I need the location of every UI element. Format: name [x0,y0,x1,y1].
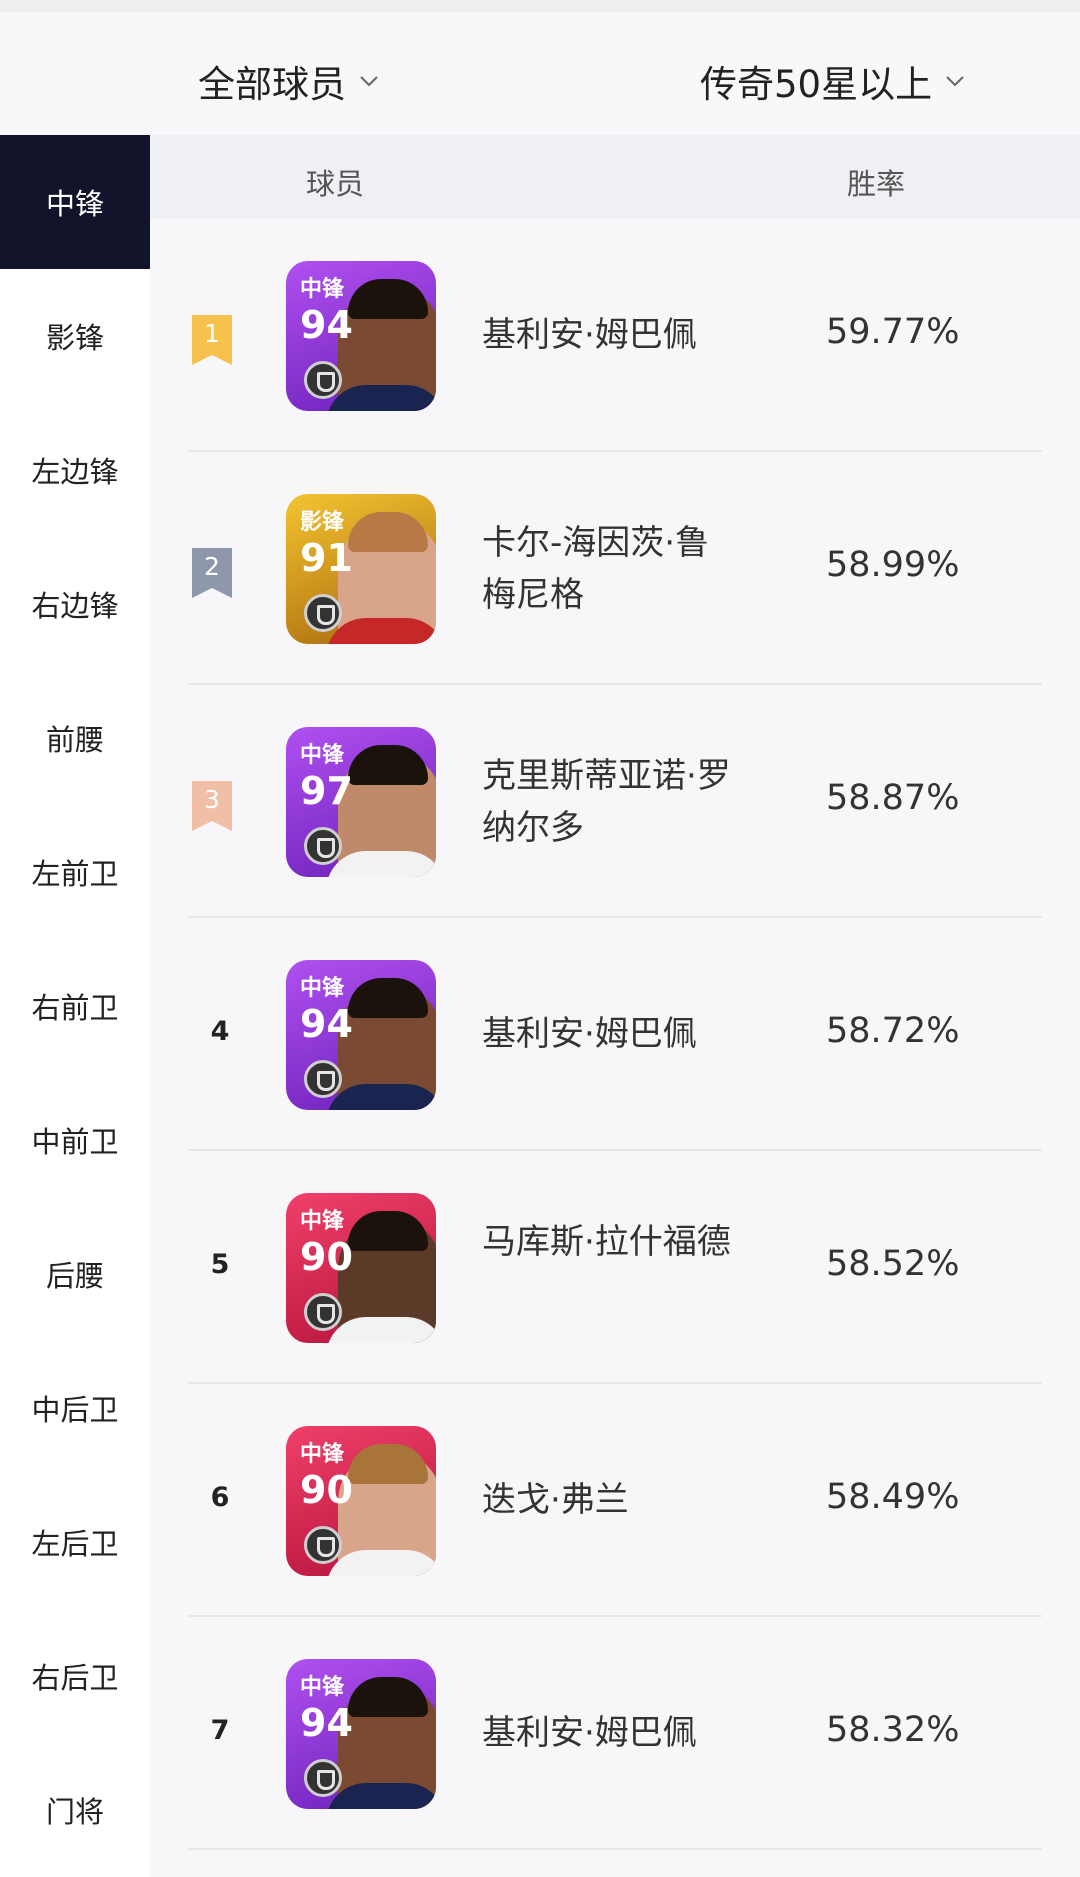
player-hair [348,512,428,552]
player-name: 迭戈·弗兰 [482,1480,629,1520]
player-card[interactable]: 中锋 90 [286,1426,436,1576]
player-card[interactable]: 中锋 94 [286,261,436,411]
sidebar-item-rb[interactable]: 右后卫 [0,1609,150,1743]
player-name: 马库斯·拉什福德 [482,1222,731,1262]
sidebar-item-dmf[interactable]: 后腰 [0,1207,150,1341]
rank-number: 1 [204,319,220,348]
win-rate: 58.49% [826,1477,960,1517]
card-badge-icon [304,1526,342,1564]
column-header-player: 球员 [306,167,365,201]
sidebar-item-lwf[interactable]: 左边锋 [0,403,150,537]
sidebar-item-gk[interactable]: 门将 [0,1743,150,1877]
rank-number: 6 [210,1482,230,1513]
position-sidebar: 中锋 影锋 左边锋 右边锋 前腰 左前卫 右前卫 中前卫 后腰 中后卫 左后卫 … [0,135,150,1877]
sidebar-item-cb[interactable]: 中后卫 [0,1341,150,1475]
card-badge-icon [304,827,342,865]
player-name: 基利安·姆巴佩 [482,1014,697,1054]
player-card[interactable]: 中锋 97 [286,727,436,877]
player-name: 基利安·姆巴佩 [482,315,697,355]
player-hair [348,978,428,1018]
card-rating: 90 [300,1235,353,1279]
rank-number: 3 [204,785,220,814]
win-rate: 58.99% [826,545,960,585]
win-rate: 59.77% [826,312,960,352]
table-header: 球员 胜率 [150,135,1080,219]
card-position: 中锋 [300,1442,345,1467]
status-strip [0,0,1080,12]
player-filter-label: 全部球员 [198,63,346,106]
player-card[interactable]: 影锋 91 [286,494,436,644]
table-row[interactable]: 7 中锋 94 基利安·姆巴佩 58.32% [150,1617,1080,1850]
player-card[interactable]: 中锋 94 [286,1659,436,1809]
card-position: 中锋 [300,1675,345,1700]
card-badge-icon [304,1060,342,1098]
win-rate: 58.87% [826,778,960,818]
card-rating: 97 [300,769,353,813]
card-badge-icon [304,361,342,399]
card-position: 中锋 [300,976,345,1001]
player-card[interactable]: 中锋 94 [286,960,436,1110]
card-rating: 90 [300,1468,353,1512]
chevron-down-icon [946,76,964,87]
rank-number: 7 [210,1715,230,1746]
card-rating: 94 [300,303,353,347]
rank-number: 5 [210,1249,230,1280]
sidebar-item-rmf[interactable]: 右前卫 [0,939,150,1073]
chevron-down-icon [360,76,378,87]
rank-number: 4 [210,1016,230,1047]
filter-bar: 全部球员 传奇50星以上 [0,12,1080,135]
sidebar-item-cf[interactable]: 中锋 [0,135,150,269]
player-card[interactable]: 中锋 90 [286,1193,436,1343]
win-rate: 58.52% [826,1244,960,1284]
player-hair [348,1444,428,1484]
card-rating: 94 [300,1002,353,1046]
sidebar-item-cmf[interactable]: 中前卫 [0,1073,150,1207]
player-hair [348,1211,428,1251]
win-rate: 58.72% [826,1011,960,1051]
sidebar-item-rwf[interactable]: 右边锋 [0,537,150,671]
player-hair [348,1677,428,1717]
player-name: 卡尔-海因茨·鲁梅尼格 [482,523,710,615]
card-rating: 91 [300,536,353,580]
win-rate: 58.32% [826,1710,960,1750]
player-filter-dropdown[interactable]: 全部球员 [198,54,382,108]
rank-number: 2 [204,552,220,581]
row-divider [188,1848,1042,1850]
table-row[interactable]: 3 中锋 97 克里斯蒂亚诺·罗纳尔多 58.87% [150,685,1080,918]
table-row[interactable]: 6 中锋 90 迭戈·弗兰 58.49% [150,1384,1080,1617]
table-row[interactable]: 5 中锋 90 马库斯·拉什福德 58.52% [150,1151,1080,1384]
column-header-winrate[interactable]: 胜率 [847,161,905,203]
tier-filter-label: 传奇50星以上 [700,63,933,106]
player-name: 克里斯蒂亚诺·罗纳尔多 [482,756,731,848]
sidebar-item-amf[interactable]: 前腰 [0,671,150,805]
table-row[interactable]: 1 中锋 94 基利安·姆巴佩 59.77% [150,219,1080,452]
player-name: 基利安·姆巴佩 [482,1713,697,1753]
player-hair [348,745,428,785]
sidebar-item-ss[interactable]: 影锋 [0,269,150,403]
card-badge-icon [304,1293,342,1331]
card-rating: 94 [300,1701,353,1745]
card-position: 中锋 [300,277,345,302]
card-position: 中锋 [300,1209,345,1234]
sidebar-item-lb[interactable]: 左后卫 [0,1475,150,1609]
card-position: 影锋 [300,510,345,535]
table-row[interactable]: 2 影锋 91 卡尔-海因茨·鲁梅尼格 58.99% [150,452,1080,685]
card-badge-icon [304,594,342,632]
player-hair [348,279,428,319]
card-position: 中锋 [300,743,345,768]
sidebar-item-lmf[interactable]: 左前卫 [0,805,150,939]
tier-filter-dropdown[interactable]: 传奇50星以上 [700,54,968,108]
table-row[interactable]: 4 中锋 94 基利安·姆巴佩 58.72% [150,918,1080,1151]
card-badge-icon [304,1759,342,1797]
